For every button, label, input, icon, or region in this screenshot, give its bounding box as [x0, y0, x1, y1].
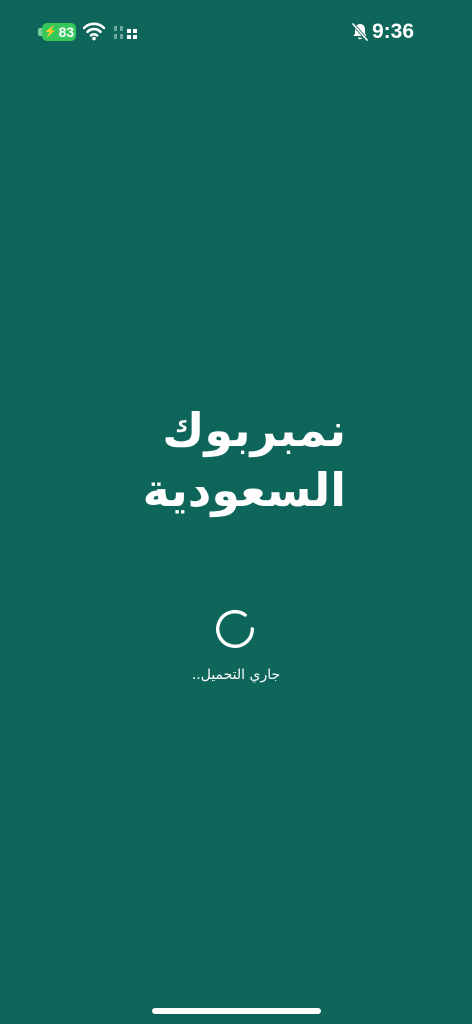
loading-spinner-icon — [216, 609, 254, 648]
bell-slash-icon — [351, 22, 369, 42]
loading-text: جاري التحميل.. — [191, 667, 281, 683]
home-indicator[interactable] — [152, 1008, 321, 1014]
battery-level: 83 — [58, 24, 75, 40]
charging-bolt-icon: ⚡ — [43, 25, 58, 38]
wifi-icon — [83, 22, 105, 41]
battery-indicator: ⚡ 83 — [42, 23, 76, 41]
logo-line-1: نمبربوك — [162, 403, 346, 457]
cellular-signal-icon — [114, 26, 137, 39]
app-logo: نمبربوك السعودية — [0, 400, 472, 520]
logo-line-2: السعودية — [142, 463, 346, 517]
status-bar: ⚡ 83 9:36 — [0, 0, 472, 64]
splash-screen: ⚡ 83 9:36 نمبربوك السعودية جاري التحميل.… — [0, 0, 472, 1024]
status-time: 9:36 — [372, 20, 415, 43]
